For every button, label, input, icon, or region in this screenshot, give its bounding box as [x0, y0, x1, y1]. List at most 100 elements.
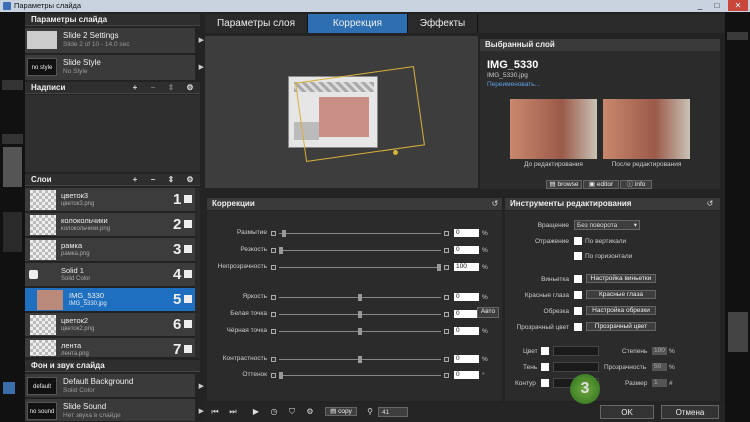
rotation-select[interactable]: Без поворота ▾ [574, 220, 640, 230]
editor-button[interactable]: ▣ editor [583, 180, 619, 189]
slider-knob[interactable] [358, 294, 362, 301]
gear-icon[interactable]: ⚙ [305, 407, 315, 416]
skip-forward-icon[interactable]: ⏭ [228, 407, 238, 417]
minimize-button[interactable]: _ [692, 0, 708, 11]
close-button[interactable]: ✕ [728, 0, 748, 11]
tab-effects[interactable]: Эффекты [408, 14, 478, 33]
color-checkbox[interactable] [541, 347, 549, 355]
vertical-checkbox[interactable] [574, 237, 582, 245]
slider-min-stop[interactable] [271, 329, 276, 334]
crop-settings-button[interactable]: Настройка обрезки [586, 306, 656, 315]
size-value[interactable]: 1 [652, 379, 667, 387]
correction-slider[interactable] [271, 311, 449, 318]
resize-handle[interactable] [393, 150, 398, 155]
zoom-field[interactable]: 41 [378, 407, 408, 417]
rename-link[interactable]: Переименовать... [487, 81, 540, 88]
correction-slider[interactable] [271, 328, 449, 335]
slider-max-stop[interactable] [444, 357, 449, 362]
shield-icon[interactable]: ⛉ [287, 407, 297, 417]
redeye-checkbox[interactable] [574, 291, 582, 299]
slider-knob[interactable] [437, 264, 441, 271]
correction-value[interactable]: 0 [454, 310, 479, 318]
auto-button[interactable]: Авто [477, 307, 499, 318]
slider-knob[interactable] [279, 372, 283, 379]
correction-value[interactable]: 0 [454, 246, 479, 254]
slider-knob[interactable] [279, 247, 283, 254]
correction-slider[interactable] [271, 247, 449, 254]
color-swatch[interactable] [553, 346, 599, 356]
ok-button[interactable]: OK [600, 405, 654, 419]
sound-row[interactable]: no sound Slide Sound Нет звука в слайде … [25, 399, 204, 422]
slider-max-stop[interactable] [444, 373, 449, 378]
layer-row[interactable]: колокольчики колокольчики.png 2 [25, 213, 195, 237]
slider-knob[interactable] [358, 311, 362, 318]
slider-knob[interactable] [282, 230, 287, 237]
correction-value[interactable]: 0 [454, 327, 479, 335]
add-layer-icon[interactable]: + [130, 174, 140, 186]
reorder-icon[interactable]: ⇕ [166, 174, 176, 186]
slider-max-stop[interactable] [444, 248, 449, 253]
layer-visible-checkbox[interactable] [184, 220, 192, 228]
layer-visible-checkbox[interactable] [184, 345, 192, 353]
shadow-swatch[interactable] [553, 362, 599, 372]
transparent-checkbox[interactable] [574, 323, 582, 331]
correction-slider[interactable] [271, 356, 449, 363]
slider-min-stop[interactable] [271, 231, 276, 236]
opacity-value[interactable]: 50 [652, 363, 667, 371]
transparent-color-button[interactable]: Прозрачный цвет [586, 322, 656, 331]
slider-max-stop[interactable] [444, 329, 449, 334]
slider-min-stop[interactable] [271, 357, 276, 362]
layer-visible-checkbox[interactable] [184, 320, 192, 328]
slider-min-stop[interactable] [271, 295, 276, 300]
slide-style-row[interactable]: no style Slide Style No Style ▶ [25, 55, 204, 81]
reorder-icon[interactable]: ⇕ [166, 82, 176, 94]
correction-slider[interactable] [271, 294, 449, 301]
degree-value[interactable]: 100 [652, 347, 667, 355]
slider-min-stop[interactable] [271, 248, 276, 253]
layer-row[interactable]: цветок3 цветок3.png 1 [25, 188, 195, 212]
info-button[interactable]: ⓘ info [620, 180, 652, 189]
vignette-checkbox[interactable] [574, 275, 582, 283]
slider-min-stop[interactable] [271, 265, 276, 270]
add-caption-icon[interactable]: + [130, 82, 140, 94]
slider-min-stop[interactable] [271, 373, 276, 378]
slider-max-stop[interactable] [444, 265, 449, 270]
correction-value[interactable]: 0 [454, 293, 479, 301]
preview-area[interactable] [205, 36, 478, 188]
layer-visible-checkbox[interactable] [184, 195, 192, 203]
correction-slider[interactable] [271, 264, 449, 271]
layer-row[interactable]: лента лента.png 7 [25, 338, 195, 358]
reset-icon[interactable]: ↺ [490, 199, 500, 208]
slider-knob[interactable] [358, 328, 362, 335]
zoom-icon[interactable]: ⚲ [365, 407, 375, 416]
layer-bounding-box[interactable] [295, 66, 425, 162]
remove-layer-icon[interactable]: − [148, 174, 158, 186]
slider-max-stop[interactable] [444, 312, 449, 317]
remove-caption-icon[interactable]: − [148, 82, 158, 94]
slider-max-stop[interactable] [444, 295, 449, 300]
slider-max-stop[interactable] [444, 231, 449, 236]
cancel-button[interactable]: Отмена [661, 405, 719, 419]
clock-icon[interactable]: ◷ [269, 407, 279, 416]
browse-button[interactable]: ▤ browse [546, 180, 582, 189]
slider-knob[interactable] [358, 356, 362, 363]
tab-layer-params[interactable]: Параметры слоя [205, 14, 308, 33]
layer-row[interactable]: Solid 1 Solid Color 4 [25, 263, 195, 287]
slider-min-stop[interactable] [271, 312, 276, 317]
correction-value[interactable]: 0 [454, 355, 479, 363]
layer-visible-checkbox[interactable] [184, 270, 192, 278]
restore-button[interactable]: □ [709, 0, 725, 11]
background-row[interactable]: default Default Background Solid Color ▶ [25, 374, 204, 398]
skip-back-icon[interactable]: ⏮ [210, 407, 220, 417]
outline-checkbox[interactable] [541, 379, 549, 387]
layer-row-selected[interactable]: IMG_5330 IMG_5330.jpg 5 [25, 288, 195, 312]
tab-correction[interactable]: Коррекция [308, 14, 408, 33]
correction-value[interactable]: 0 [454, 229, 479, 237]
correction-slider[interactable] [271, 372, 449, 379]
layer-visible-checkbox[interactable] [184, 295, 192, 303]
reset-icon[interactable]: ↺ [705, 199, 715, 208]
correction-value[interactable]: 0 [454, 371, 479, 379]
layer-visible-checkbox[interactable] [184, 245, 192, 253]
layer-row[interactable]: цветок2 цветок2.png 6 [25, 313, 195, 337]
layers-scrollbar[interactable] [195, 188, 200, 358]
